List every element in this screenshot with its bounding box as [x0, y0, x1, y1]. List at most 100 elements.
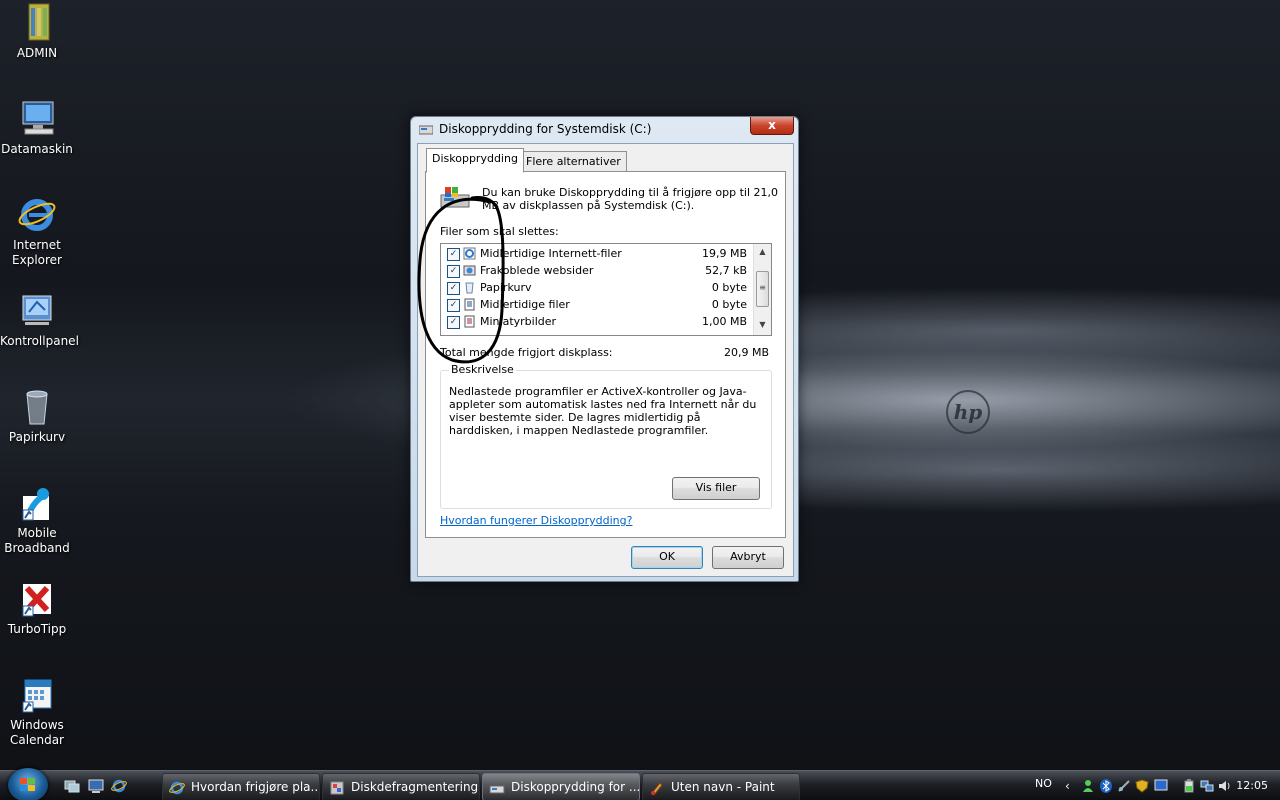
network-icon[interactable]: [1200, 779, 1214, 793]
files-listbox[interactable]: ✓ Midlertidige Internett-filer 19,9 MB ✓…: [440, 243, 772, 336]
dialog-titlebar[interactable]: Diskopprydding for Systemdisk (C:) x: [411, 117, 798, 143]
computer-icon: [17, 98, 57, 138]
close-button[interactable]: x: [750, 117, 794, 135]
disk-cleanup-icon: [489, 779, 505, 795]
file-name: Midlertidige filer: [480, 298, 570, 311]
task-label: Hvordan frigjøre pla...: [191, 780, 320, 794]
desktop-icon-label: Mobile Broadband: [4, 526, 70, 555]
file-row-offline-pages[interactable]: ✓ Frakoblede websider 52,7 kB: [441, 262, 751, 279]
task-label: Uten navn - Paint: [671, 780, 775, 794]
control-panel-icon: [17, 290, 57, 330]
battery-icon[interactable]: [1182, 779, 1196, 793]
file-row-recycle-bin[interactable]: ✓ Papirkurv 0 byte: [441, 279, 751, 296]
desktop-icon-label: Papirkurv: [8, 430, 66, 444]
desktop-icon-control-panel[interactable]: Kontrollpanel: [0, 290, 79, 349]
description-text: Nedlastede programfiler er ActiveX-kontr…: [449, 385, 757, 437]
task-disk-defrag[interactable]: Diskdefragmentering: [322, 773, 480, 800]
task-paint[interactable]: Uten navn - Paint: [642, 773, 800, 800]
ok-button[interactable]: OK: [631, 546, 703, 569]
ie-icon: [169, 779, 185, 795]
bluetooth-icon[interactable]: [1099, 779, 1113, 793]
paint-icon: [649, 779, 665, 796]
desktop-icon-recycle-bin[interactable]: Papirkurv: [0, 386, 74, 445]
switch-windows-icon[interactable]: [64, 778, 80, 794]
total-space-value: 20,9 MB: [723, 346, 769, 359]
desktop-icon-label: TurboTipp: [7, 622, 67, 636]
file-row-temp-files[interactable]: ✓ Midlertidige filer 0 byte: [441, 296, 751, 313]
file-name: Midlertidige Internett-filer: [480, 247, 622, 260]
file-size: 0 byte: [711, 281, 747, 294]
start-button[interactable]: [8, 768, 48, 800]
file-size: 1,00 MB: [701, 315, 747, 328]
tab-more-options[interactable]: Flere alternativer: [520, 151, 627, 173]
show-hidden-icons-chevron-icon[interactable]: ‹: [1065, 779, 1079, 793]
disk-cleanup-icon: [418, 123, 434, 135]
messenger-icon[interactable]: [1081, 779, 1095, 793]
file-size: 0 byte: [711, 298, 747, 311]
tab-disk-cleanup[interactable]: Diskopprydding: [426, 148, 524, 173]
volume-icon[interactable]: [1217, 779, 1231, 793]
mobile-broadband-icon: [17, 482, 57, 522]
file-name: Miniatyrbilder: [480, 315, 557, 328]
desktop-icon-label: ADMIN: [16, 46, 58, 60]
checkbox[interactable]: ✓: [447, 299, 460, 312]
desktop-icon-mobile-broadband[interactable]: Mobile Broadband: [0, 482, 74, 556]
calendar-icon: [17, 674, 57, 714]
view-files-button[interactable]: Vis filer: [672, 477, 760, 500]
file-row-thumbnails[interactable]: ✓ Miniatyrbilder 1,00 MB: [441, 313, 751, 330]
checkbox[interactable]: ✓: [447, 282, 460, 295]
description-legend: Beskrivelse: [449, 363, 516, 376]
hp-logo: hp: [946, 390, 990, 434]
file-row-temp-internet[interactable]: ✓ Midlertidige Internett-filer 19,9 MB: [441, 245, 751, 262]
desktop-icon-internet-explorer[interactable]: Internet Explorer: [0, 194, 74, 268]
scroll-thumb[interactable]: ≡: [756, 271, 769, 307]
clock[interactable]: 12:05: [1236, 779, 1268, 792]
help-link[interactable]: Hvordan fungerer Diskopprydding?: [440, 514, 632, 527]
folder-icon: [17, 2, 57, 42]
ie-quicklaunch-icon[interactable]: [111, 778, 127, 794]
show-desktop-icon[interactable]: [88, 778, 104, 794]
file-name: Frakoblede websider: [480, 264, 594, 277]
desktop-icon-computer[interactable]: Datamaskin: [0, 98, 74, 157]
desktop-icon-windows-calendar[interactable]: Windows Calendar: [0, 674, 74, 748]
file-size: 19,9 MB: [701, 247, 747, 260]
description-group: Beskrivelse Nedlastede programfiler er A…: [440, 363, 772, 509]
desktop-icon-turbotipp[interactable]: TurboTipp: [0, 578, 74, 637]
ie-files-icon: [463, 247, 476, 260]
total-space-label: Total mengde frigjort diskplass:: [440, 346, 613, 359]
scroll-down-arrow-icon[interactable]: ▼: [754, 317, 771, 333]
task-ie-browser[interactable]: Hvordan frigjøre pla...: [162, 773, 320, 800]
desktop-icon-label: Kontrollpanel: [0, 334, 79, 348]
task-label: Diskdefragmentering: [351, 780, 479, 794]
desktop-icon-admin[interactable]: ADMIN: [0, 2, 74, 61]
language-indicator[interactable]: NO: [1035, 777, 1052, 790]
files-to-delete-label: Filer som skal slettes:: [440, 225, 559, 238]
tab-panel: Du kan bruke Diskopprydding til å frigjø…: [425, 171, 786, 538]
defrag-icon: [329, 779, 345, 795]
dialog-client: Diskopprydding Flere alternativer Du kan…: [417, 143, 794, 577]
drive-cleanup-icon: [439, 185, 471, 209]
desktop-icon-label: Datamaskin: [1, 142, 73, 156]
offline-pages-icon: [463, 264, 476, 277]
checkbox[interactable]: ✓: [447, 316, 460, 329]
task-disk-cleanup[interactable]: Diskopprydding for ...: [482, 773, 640, 800]
recycle-bin-icon: [463, 281, 476, 294]
task-label: Diskopprydding for ...: [511, 780, 640, 794]
turbotipp-icon: [17, 578, 57, 618]
files-scrollbar[interactable]: ▲ ≡ ▼: [753, 244, 771, 335]
recycle-bin-icon: [17, 386, 57, 426]
monitor-settings-icon[interactable]: [1154, 779, 1168, 793]
scroll-up-arrow-icon[interactable]: ▲: [754, 244, 771, 260]
file-name: Papirkurv: [480, 281, 532, 294]
desktop-icon-label: Windows Calendar: [10, 718, 64, 747]
checkbox[interactable]: ✓: [447, 248, 460, 261]
cancel-button[interactable]: Avbryt: [712, 546, 784, 569]
info-text: Du kan bruke Diskopprydding til å frigjø…: [482, 186, 779, 212]
wireless-icon[interactable]: [1117, 779, 1131, 793]
security-shield-icon[interactable]: [1135, 779, 1149, 793]
windows-logo-icon: [20, 778, 36, 792]
temp-files-icon: [463, 298, 476, 311]
disk-cleanup-dialog: Diskopprydding for Systemdisk (C:) x Dis…: [410, 116, 799, 582]
checkbox[interactable]: ✓: [447, 265, 460, 278]
thumbnails-icon: [463, 315, 476, 328]
